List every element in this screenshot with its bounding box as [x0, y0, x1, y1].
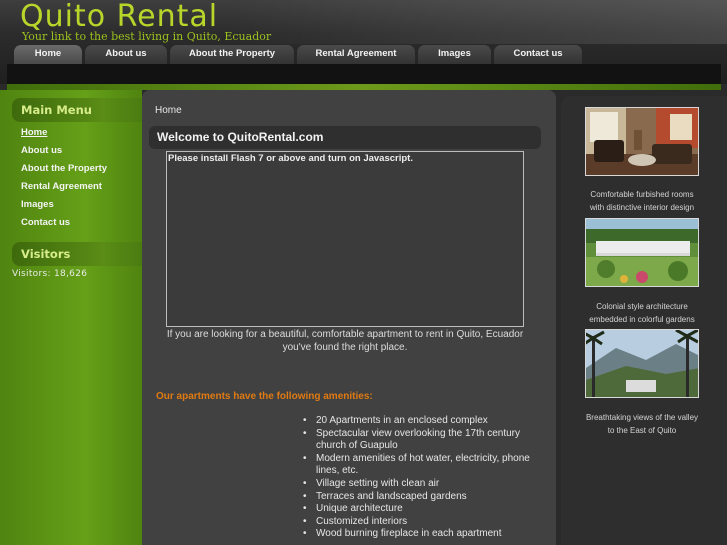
sidebar-item-contact-us[interactable]: Contact us [21, 217, 70, 228]
gallery-photo-living-room[interactable] [585, 107, 699, 176]
list-item: Unique architecture [303, 503, 536, 516]
list-item: Wood burning fireplace in each apartment [303, 528, 536, 541]
gallery-column: Comfortable furbished rooms with distinc… [561, 96, 727, 545]
gallery-photo-valley[interactable] [585, 329, 699, 398]
valley-image [586, 330, 698, 397]
sidebar-item-images[interactable]: Images [21, 199, 54, 210]
top-nav: Home About us About the Property Rental … [14, 45, 582, 64]
intro-line-2: you've found the right place. [282, 342, 408, 353]
gallery-photo-gardens[interactable] [585, 218, 699, 287]
breadcrumb[interactable]: Home [155, 105, 182, 116]
intro-line-1: If you are looking for a beautiful, comf… [166, 329, 524, 340]
gallery-caption-3: Breathtaking views of the valley to the … [575, 411, 709, 437]
list-item: Modern amenities of hot water, electrici… [303, 453, 536, 478]
tab-about-the-property[interactable]: About the Property [170, 45, 294, 64]
caption-line: embedded in colorful gardens [589, 315, 695, 324]
page-title: Welcome to QuitoRental.com [157, 130, 324, 144]
caption-line: Colonial style architecture [596, 302, 688, 311]
list-item: Spectacular view overlooking the 17th ce… [303, 428, 536, 453]
tab-contact-us[interactable]: Contact us [494, 45, 582, 64]
amenities-heading: Our apartments have the following amenit… [156, 391, 373, 402]
tab-home[interactable]: Home [14, 45, 82, 64]
tab-about-us[interactable]: About us [85, 45, 167, 64]
list-item: Terraces and landscaped gardens [303, 491, 536, 504]
flash-message: Please install Flash 7 or above and turn… [168, 153, 413, 164]
sidebar: Main Menu Home About us About the Proper… [0, 90, 142, 545]
living-room-image [586, 108, 698, 175]
header-decoration [230, 0, 727, 44]
main-content: Home Welcome to QuitoRental.com Please i… [142, 90, 556, 545]
list-item: 20 Apartments in an enclosed complex [303, 415, 536, 428]
sidebar-item-rental-agreement[interactable]: Rental Agreement [21, 181, 102, 192]
list-item: Village setting with clean air [303, 478, 536, 491]
flash-placeholder[interactable]: Please install Flash 7 or above and turn… [166, 151, 524, 327]
sidebar-item-home[interactable]: Home [21, 127, 47, 138]
gardens-image [586, 219, 698, 286]
tab-images[interactable]: Images [418, 45, 491, 64]
list-item: Customized interiors [303, 516, 536, 529]
caption-line: with distinctive interior design [589, 203, 695, 212]
sidebar-item-about-us[interactable]: About us [21, 145, 62, 156]
sidebar-item-about-the-property[interactable]: About the Property [21, 163, 107, 174]
gallery-caption-1: Comfortable furbished rooms with distinc… [575, 188, 709, 214]
visitors-heading: Visitors [12, 242, 142, 266]
caption-line: Breathtaking views of the valley [585, 413, 699, 422]
caption-line: Comfortable furbished rooms [590, 190, 694, 199]
site-tagline: Your link to the best living in Quito, E… [22, 30, 272, 43]
gallery-caption-2: Colonial style architecture embedded in … [575, 300, 709, 326]
amenities-list: 20 Apartments in an enclosed complex Spe… [303, 415, 536, 541]
visitor-counter: Visitors: 18,626 [12, 269, 88, 279]
site-title[interactable]: Quito Rental [20, 0, 218, 34]
main-menu-heading: Main Menu [12, 98, 142, 122]
intro-text: If you are looking for a beautiful, comf… [162, 328, 528, 354]
tab-rental-agreement[interactable]: Rental Agreement [297, 45, 415, 64]
caption-line: to the East of Quito [607, 426, 677, 435]
nav-bar [7, 64, 721, 84]
content-title-bar: Welcome to QuitoRental.com [149, 126, 541, 149]
